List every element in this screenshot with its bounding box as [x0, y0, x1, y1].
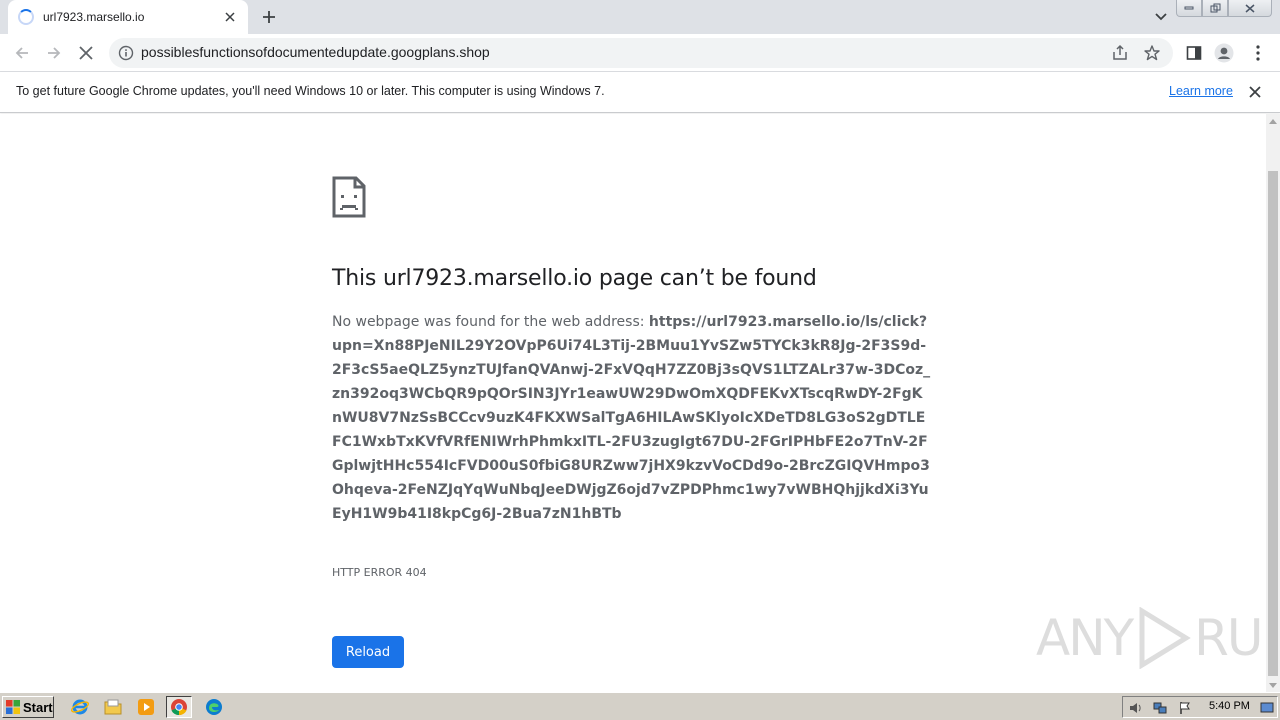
taskbar-clock: 5:40 PM	[1209, 700, 1250, 712]
infobar-message: To get future Google Chrome updates, you…	[16, 84, 605, 98]
sad-page-icon	[332, 176, 366, 218]
edge-icon[interactable]	[201, 696, 227, 718]
system-tray: 5:40 PM	[1122, 696, 1278, 718]
share-icon[interactable]	[1111, 44, 1129, 62]
scroll-down-arrow-icon[interactable]	[1266, 678, 1280, 692]
forward-button[interactable]	[42, 41, 66, 65]
bookmark-star-icon[interactable]	[1143, 44, 1161, 62]
site-info-icon[interactable]	[118, 45, 134, 61]
tab-strip: url7923.marsello.io	[0, 0, 1280, 34]
minimize-button[interactable]	[1176, 0, 1202, 17]
close-window-button[interactable]	[1228, 0, 1272, 17]
error-address: https://url7923.marsello.io/ls/click?upn…	[332, 314, 931, 522]
side-panel-icon[interactable]	[1184, 43, 1204, 63]
media-player-icon[interactable]	[133, 696, 159, 718]
vertical-scrollbar[interactable]	[1266, 114, 1280, 692]
action-center-flag-icon[interactable]	[1177, 700, 1193, 716]
menu-kebab-icon[interactable]	[1248, 43, 1268, 63]
tab-search-chevron-icon[interactable]	[1150, 6, 1172, 28]
infobar-close-icon[interactable]	[1248, 84, 1264, 100]
scroll-up-arrow-icon[interactable]	[1266, 114, 1280, 128]
stop-loading-button[interactable]	[74, 41, 98, 65]
close-tab-icon[interactable]	[222, 9, 238, 25]
start-button[interactable]: Start	[2, 696, 54, 718]
error-description-prefix: No webpage was found for the web address…	[332, 314, 649, 330]
browser-tab[interactable]: url7923.marsello.io	[8, 0, 248, 34]
loading-spinner-icon	[18, 9, 34, 25]
page-content: This url7923.marsello.io page can’t be f…	[0, 114, 1266, 692]
address-bar[interactable]: possiblesfunctionsofdocumentedupdate.goo…	[109, 38, 1173, 68]
scrollbar-thumb[interactable]	[1268, 171, 1278, 676]
profile-avatar-icon[interactable]	[1214, 43, 1234, 63]
reload-button[interactable]: Reload	[332, 636, 404, 668]
window-controls	[1176, 0, 1272, 17]
start-label: Start	[23, 699, 53, 715]
error-description: No webpage was found for the web address…	[332, 310, 932, 526]
new-tab-button[interactable]	[257, 5, 281, 29]
error-title: This url7923.marsello.io page can’t be f…	[332, 266, 817, 291]
internet-explorer-icon[interactable]	[67, 696, 93, 718]
browser-toolbar: possiblesfunctionsofdocumentedupdate.goo…	[0, 34, 1280, 72]
watermark-text-left: ANY	[1036, 609, 1134, 667]
chrome-icon[interactable]	[166, 696, 192, 718]
network-icon[interactable]	[1152, 700, 1168, 716]
volume-icon[interactable]	[1128, 700, 1144, 716]
update-infobar: To get future Google Chrome updates, you…	[0, 72, 1280, 113]
show-desktop-icon[interactable]	[1259, 700, 1275, 716]
watermark-text-right: RUN	[1194, 609, 1266, 667]
windows-taskbar: Start 5:40 PM	[0, 692, 1280, 720]
watermark-play-icon	[1139, 607, 1191, 669]
tab-title: url7923.marsello.io	[43, 10, 145, 24]
anyrun-watermark: ANY RUN	[1036, 607, 1266, 669]
maximize-button[interactable]	[1202, 0, 1228, 17]
folder-icon[interactable]	[100, 696, 126, 718]
learn-more-link[interactable]: Learn more	[1169, 84, 1233, 98]
address-bar-url[interactable]: possiblesfunctionsofdocumentedupdate.goo…	[141, 44, 490, 60]
windows-flag-icon	[6, 700, 20, 714]
error-code: HTTP ERROR 404	[332, 566, 427, 579]
back-button[interactable]	[10, 41, 34, 65]
